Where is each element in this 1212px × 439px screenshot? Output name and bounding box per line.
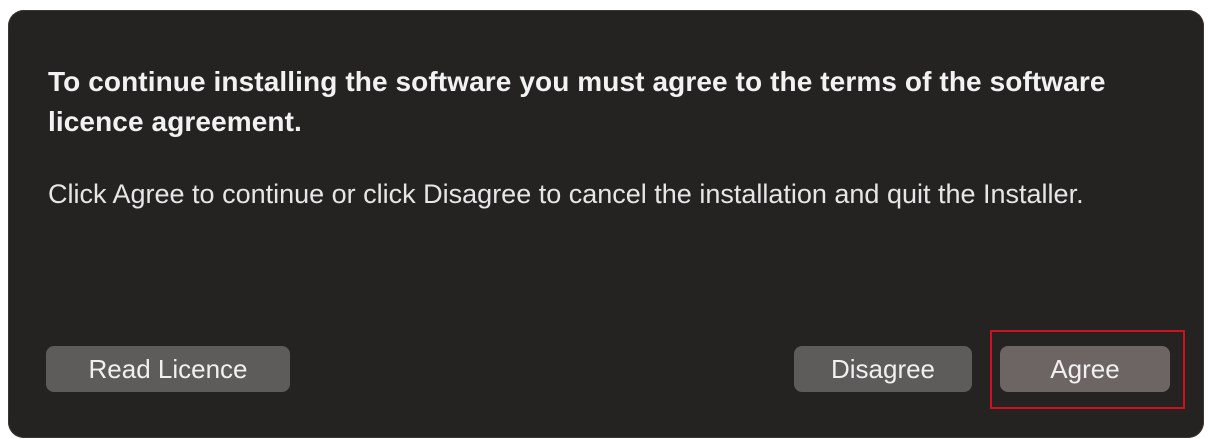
dialog-heading: To continue installing the software you … bbox=[48, 66, 1106, 137]
dialog-message: Click Agree to continue or click Disagre… bbox=[48, 179, 1084, 209]
disagree-button[interactable]: Disagree bbox=[794, 346, 972, 392]
agree-button[interactable]: Agree bbox=[1000, 346, 1170, 392]
read-licence-button[interactable]: Read Licence bbox=[46, 346, 290, 392]
licence-agreement-dialog: To continue installing the software you … bbox=[8, 10, 1204, 438]
